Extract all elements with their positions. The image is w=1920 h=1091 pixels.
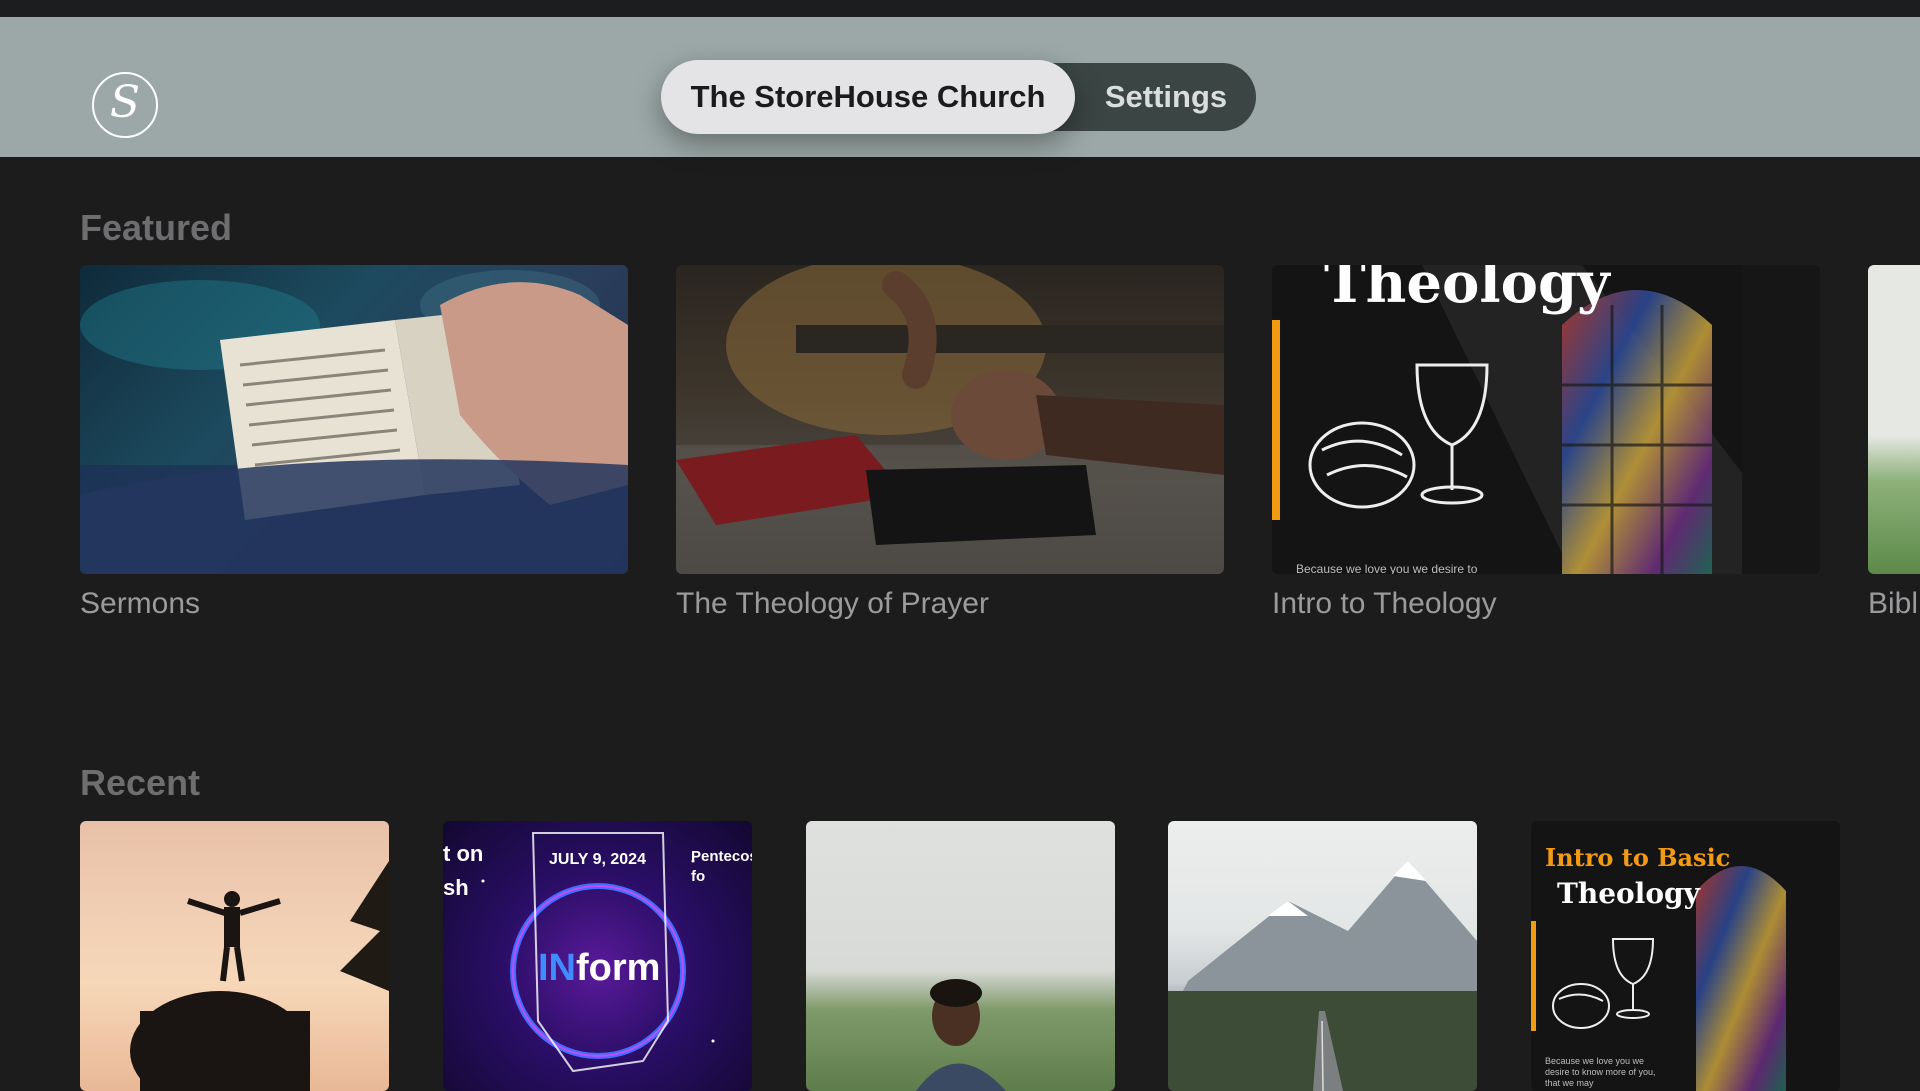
recent-heading: Recent: [80, 762, 201, 803]
inform-thumbnail: t on sh JULY 9, 2024 Pentecos fo INform: [443, 821, 752, 1091]
intro-to-theology-thumbnail: Theology Because we love you we desire t…: [1272, 265, 1820, 574]
tab-storehouse-church-label: The StoreHouse Church: [690, 79, 1046, 114]
inform-side-text: Pentecos fo: [691, 848, 752, 885]
recent-card-2[interactable]: t on sh JULY 9, 2024 Pentecos fo INform: [443, 821, 752, 1091]
app-header: S Settings The StoreHouse Church: [0, 17, 1920, 157]
inform-brand: INform: [538, 947, 660, 990]
recent-card-5[interactable]: Intro to Basic Theology Because we love …: [1531, 821, 1840, 1091]
bible-thumbnail: [1868, 265, 1920, 574]
thumbnail-caption-text: Because we love you we desire to know mo…: [1545, 1056, 1656, 1088]
tab-settings[interactable]: Settings: [1076, 63, 1256, 131]
tab-storehouse-church[interactable]: The StoreHouse Church: [661, 60, 1075, 134]
featured-card-sermons[interactable]: Sermons: [80, 265, 628, 625]
church-logo: S: [92, 72, 158, 138]
card-title: Bibl: [1868, 587, 1919, 620]
thumbnail-title-text: Theology: [1324, 265, 1610, 316]
thumbnail-title-line-2: Theology: [1557, 877, 1700, 910]
recent-card-4[interactable]: [1168, 821, 1477, 1091]
featured-card-bible[interactable]: Bibl: [1868, 265, 1920, 625]
recent-thumbnail: [806, 821, 1115, 1091]
inform-left-text: t on sh: [443, 841, 484, 900]
recent-thumbnail: [1168, 821, 1477, 1091]
logo-letter: S: [109, 77, 141, 128]
theology-of-prayer-thumbnail: [676, 265, 1224, 574]
inform-brand-form: form: [576, 947, 661, 989]
recent-card-3[interactable]: [806, 821, 1115, 1091]
inform-brand-in: IN: [538, 947, 576, 989]
recent-card-1[interactable]: [80, 821, 389, 1091]
top-strip: [0, 0, 1920, 17]
inform-date-text: JULY 9, 2024: [549, 851, 646, 868]
tab-bar: Settings The StoreHouse Church: [661, 60, 1256, 134]
intro-basic-theology-thumbnail: Intro to Basic Theology Because we love …: [1531, 821, 1840, 1091]
featured-heading: Featured: [80, 207, 233, 248]
tab-settings-label: Settings: [1104, 79, 1228, 114]
card-title: The Theology of Prayer: [676, 587, 989, 620]
thumbnail-caption-text: Because we love you we desire to: [1296, 562, 1478, 574]
sermons-thumbnail: [80, 265, 628, 574]
card-title: Sermons: [80, 587, 201, 620]
thumbnail-title-line-1: Intro to Basic: [1545, 843, 1731, 872]
featured-card-theology-of-prayer[interactable]: The Theology of Prayer: [676, 265, 1224, 625]
recent-thumbnail: [80, 821, 389, 1091]
card-title: Intro to Theology: [1272, 587, 1497, 620]
featured-card-intro-to-theology[interactable]: Theology Because we love you we desire t…: [1272, 265, 1820, 625]
